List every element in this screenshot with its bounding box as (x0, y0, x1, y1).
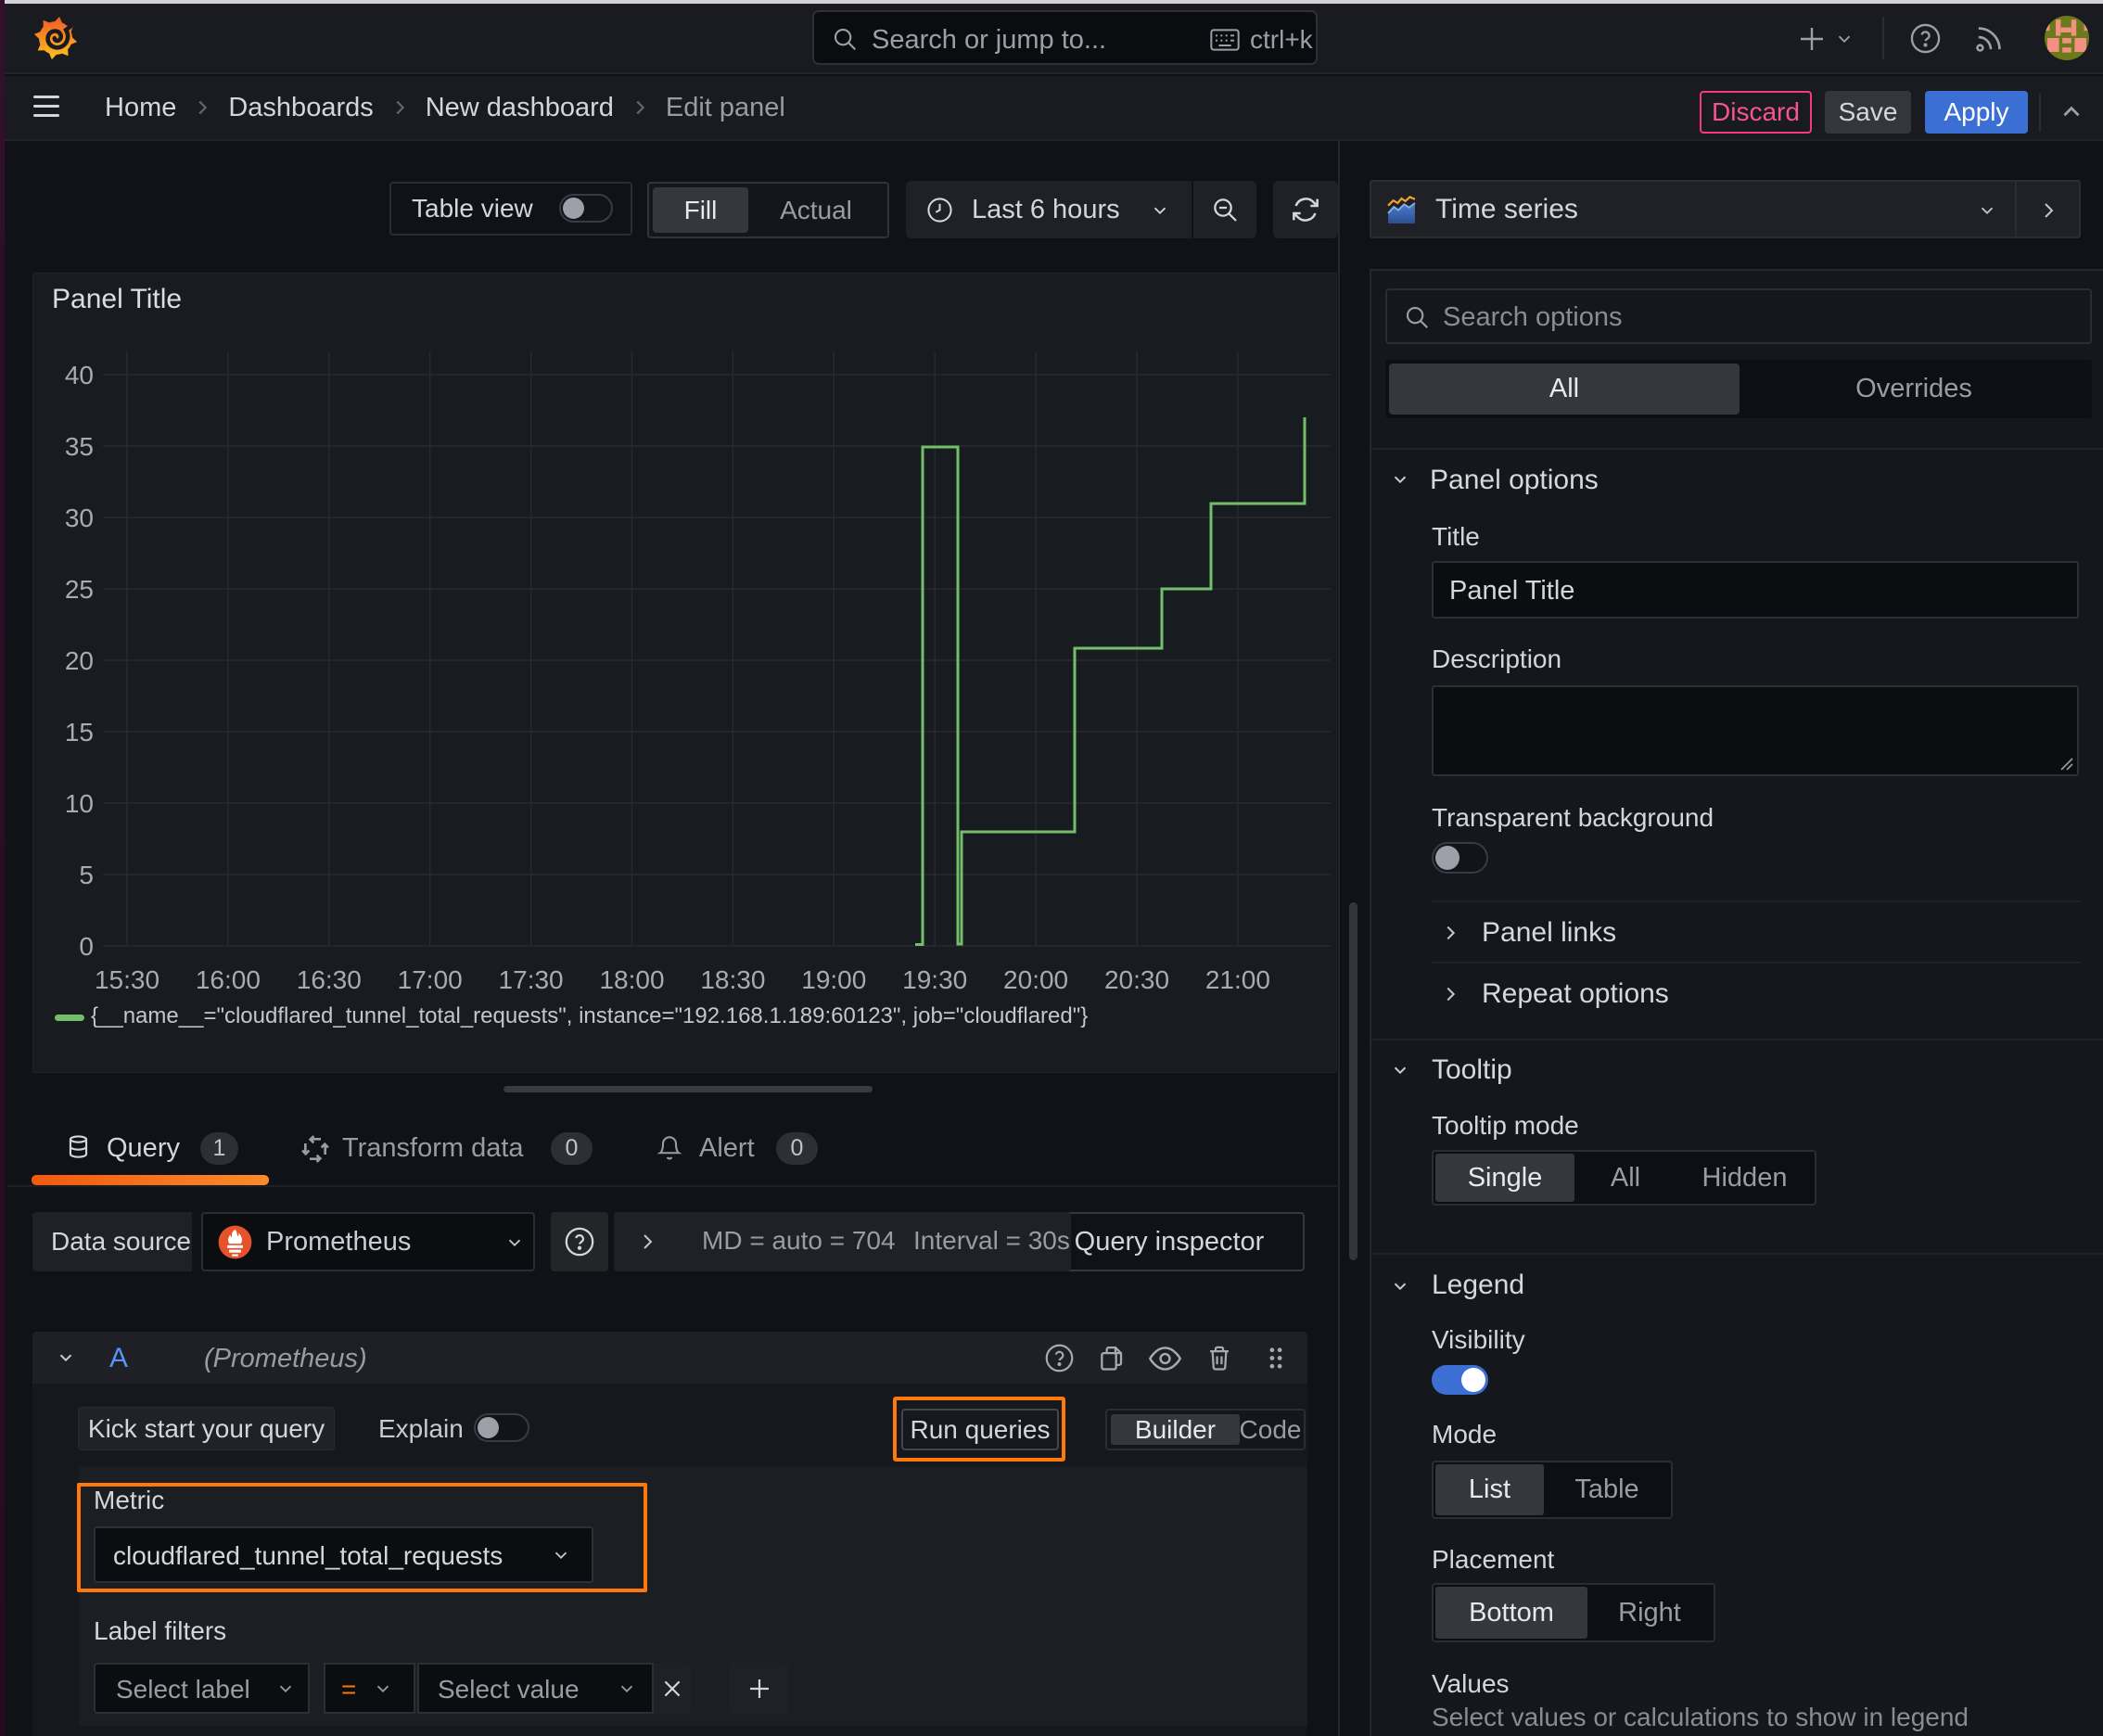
svg-text:0: 0 (79, 932, 94, 961)
svg-text:16:30: 16:30 (297, 965, 362, 994)
svg-text:25: 25 (65, 575, 94, 604)
svg-text:30: 30 (65, 504, 94, 532)
svg-text:10: 10 (65, 789, 94, 818)
svg-text:18:00: 18:00 (599, 965, 664, 994)
svg-text:16:00: 16:00 (196, 965, 261, 994)
svg-text:15: 15 (65, 718, 94, 747)
svg-text:5: 5 (79, 861, 94, 889)
svg-text:17:30: 17:30 (499, 965, 564, 994)
svg-text:18:30: 18:30 (700, 965, 765, 994)
svg-text:15:30: 15:30 (95, 965, 159, 994)
svg-text:35: 35 (65, 432, 94, 461)
svg-text:19:30: 19:30 (902, 965, 967, 994)
svg-text:40: 40 (65, 361, 94, 389)
svg-text:19:00: 19:00 (801, 965, 866, 994)
svg-text:20: 20 (65, 646, 94, 675)
svg-text:20:30: 20:30 (1104, 965, 1169, 994)
svg-text:20:00: 20:00 (1003, 965, 1068, 994)
svg-text:21:00: 21:00 (1205, 965, 1270, 994)
svg-text:17:00: 17:00 (398, 965, 463, 994)
